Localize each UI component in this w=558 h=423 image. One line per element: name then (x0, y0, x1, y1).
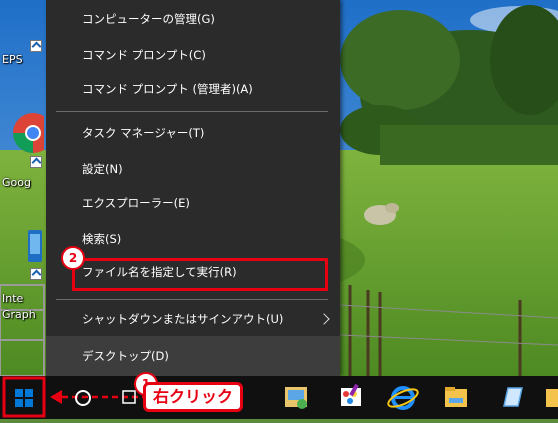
file-explorer-icon (445, 387, 467, 407)
intel-graphics-icon (28, 230, 42, 262)
desktop-icon-label: Inte (2, 292, 24, 305)
taskbar-internet-explorer[interactable] (385, 376, 421, 419)
desktop-icon-label-line2: Graph (2, 308, 36, 321)
menu-item-desktop[interactable]: デスクトップ(D) (46, 336, 340, 376)
shortcut-arrow-icon (30, 156, 42, 168)
taskbar-app[interactable] (544, 376, 558, 419)
menu-item-command-prompt[interactable]: コマンド プロンプト(C) (46, 40, 340, 70)
chevron-right-icon (318, 313, 330, 325)
shortcut-arrow-icon (30, 268, 42, 280)
right-click-label: 右クリック (143, 382, 243, 412)
menu-item-settings[interactable]: 設定(N) (46, 154, 340, 184)
taskbar-control-panel[interactable] (278, 376, 314, 419)
winx-context-menu: コンピューターの管理(G) コマンド プロンプト(C) コマンド プロンプト (… (46, 0, 340, 376)
cortana-search-icon (75, 390, 91, 406)
menu-item-search[interactable]: 検索(S) (46, 224, 340, 254)
menu-item-file-explorer[interactable]: エクスプローラー(E) (46, 188, 340, 218)
windows-start-icon (2, 376, 46, 418)
step-2-number-badge: 2 (61, 246, 85, 270)
app-icon (546, 389, 558, 407)
paint-icon (341, 383, 361, 406)
notes-icon (503, 387, 523, 407)
desktop-icon-label: EPS (2, 53, 23, 66)
taskbar: 1 右クリック (0, 372, 558, 419)
shortcut-arrow-icon (30, 40, 42, 52)
internet-explorer-icon (387, 386, 419, 410)
desktop-icon-label: Goog (2, 176, 31, 189)
menu-separator (56, 299, 328, 300)
cortana-search-button[interactable] (70, 376, 96, 419)
start-button[interactable] (0, 376, 48, 419)
run-highlight-box (72, 258, 328, 291)
menu-item-shutdown-signout[interactable]: シャットダウンまたはサインアウト(U) (46, 304, 340, 334)
menu-separator (56, 111, 328, 112)
menu-item-command-prompt-admin[interactable]: コマンド プロンプト (管理者)(A) (46, 74, 340, 104)
taskbar-notes-app[interactable] (494, 376, 530, 419)
menu-item-computer-management[interactable]: コンピューターの管理(G) (46, 4, 340, 34)
control-panel-icon (285, 387, 307, 409)
menu-item-task-manager[interactable]: タスク マネージャー(T) (46, 118, 340, 148)
taskbar-paint[interactable] (332, 376, 368, 419)
google-chrome-icon (13, 113, 44, 153)
taskbar-file-explorer[interactable] (438, 376, 474, 419)
